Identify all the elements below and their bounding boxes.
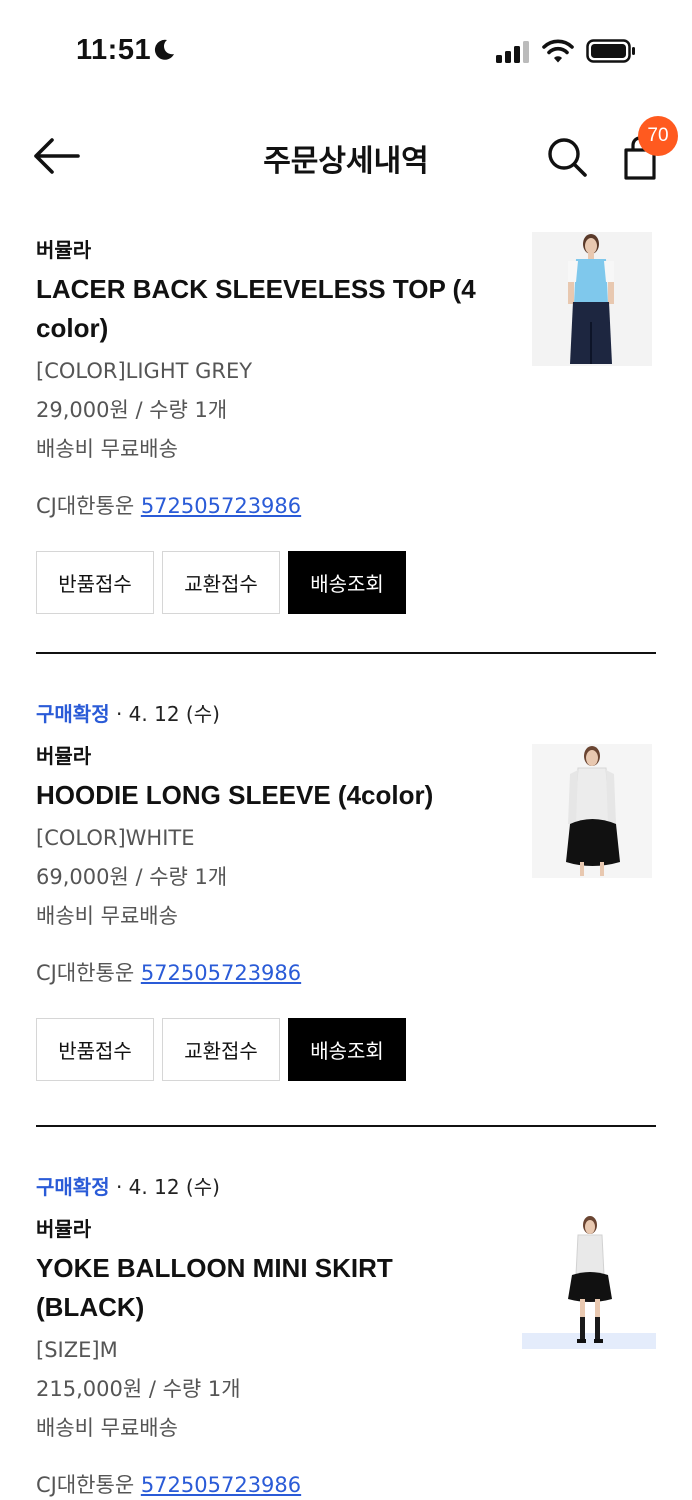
return-request-button[interactable]: 반품접수 [36, 1018, 154, 1081]
app-header: 주문상세내역 [0, 100, 692, 210]
section-divider [36, 1125, 656, 1127]
status-time: 11:51 [76, 34, 152, 66]
status-bar: 11:51 [0, 0, 692, 100]
shipping-fee: 배송비 무료배송 [36, 1416, 178, 1440]
courier-info: CJ대한통운 572505723986 [36, 958, 656, 988]
tracking-number-link[interactable]: 572505723986 [141, 494, 301, 518]
order-status-line: 구매확정 · 4. 12 (수) [36, 700, 656, 728]
tracking-number-link[interactable]: 572505723986 [141, 961, 301, 985]
order-actions: 반품접수 교환접수 배송조회 [36, 551, 656, 614]
order-date: · 4. 12 (수) [109, 702, 220, 726]
shipping-fee: 배송비 무료배송 [36, 437, 178, 461]
order-actions: 반품접수 교환접수 배송조회 [36, 1018, 656, 1081]
page-title: 주문상세내역 [263, 144, 429, 179]
section-divider [36, 652, 656, 654]
search-icon[interactable] [546, 136, 588, 178]
order-status-line [36, 210, 656, 222]
order-date: · 4. 12 (수) [109, 1175, 220, 1199]
cellular-signal-icon [496, 41, 529, 63]
courier-name: CJ대한통운 [36, 494, 141, 518]
courier-name: CJ대한통운 [36, 1473, 141, 1497]
product-thumbnail[interactable] [532, 232, 652, 366]
wifi-icon [542, 39, 574, 63]
courier-name: CJ대한통운 [36, 961, 141, 985]
order-status: 구매확정 [36, 1175, 110, 1199]
product-name[interactable]: LACER BACK SLEEVELESS TOP (4 color) [36, 270, 496, 348]
shipping-fee: 배송비 무료배송 [36, 904, 178, 928]
tracking-number-link[interactable]: 572505723986 [141, 1473, 301, 1497]
product-name[interactable]: HOODIE LONG SLEEVE (4color) [36, 776, 496, 815]
moon-icon [154, 39, 174, 60]
track-delivery-button[interactable]: 배송조회 [288, 1018, 406, 1081]
battery-icon [586, 39, 635, 63]
exchange-request-button[interactable]: 교환접수 [162, 1018, 280, 1081]
exchange-request-button[interactable]: 교환접수 [162, 551, 280, 614]
product-thumbnail[interactable] [522, 1215, 656, 1349]
price-quantity: 215,000원 / 수량 1개 [36, 1377, 241, 1401]
order-status-line: 구매확정 · 4. 12 (수) [36, 1173, 656, 1201]
order-detail-list: 버뮬라 LACER BACK SLEEVELESS TOP (4 color) … [0, 210, 692, 1500]
courier-info: CJ대한통운 572505723986 [36, 1470, 656, 1500]
cart-count-badge: 70 [638, 116, 678, 156]
product-name[interactable]: YOKE BALLOON MINI SKIRT (BLACK) [36, 1249, 496, 1327]
return-request-button[interactable]: 반품접수 [36, 551, 154, 614]
courier-info: CJ대한통운 572505723986 [36, 491, 656, 521]
price-quantity: 29,000원 / 수량 1개 [36, 398, 228, 422]
product-thumbnail[interactable] [532, 744, 652, 878]
order-status: 구매확정 [36, 702, 110, 726]
track-delivery-button[interactable]: 배송조회 [288, 551, 406, 614]
